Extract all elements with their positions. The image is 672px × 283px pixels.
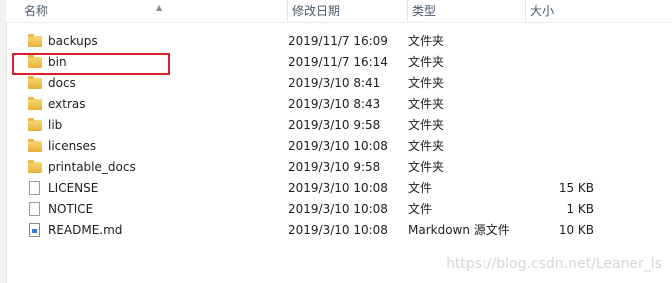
file-name: lib [48,118,63,132]
file-name: extras [48,97,86,111]
file-row[interactable]: backups 2019/11/7 16:09 文件夹 [26,31,606,52]
column-header-size[interactable]: 大小 [526,0,606,22]
file-size: 1 KB [566,202,594,216]
file-date: 2019/3/10 10:08 [288,139,388,153]
file-size [516,73,594,94]
file-row[interactable]: extras 2019/3/10 8:43 文件夹 [26,94,606,115]
file-size: 15 KB [558,181,594,195]
column-header: 名称 ▲ 修改日期 类型 大小 [6,0,672,23]
folder-icon [26,115,44,136]
column-header-name[interactable]: 名称 [20,0,288,22]
file-type: 文件夹 [408,118,445,132]
file-name: README.md [48,223,123,237]
file-name: backups [48,34,98,48]
column-header-type[interactable]: 类型 [408,0,526,22]
file-row[interactable]: README.md 2019/3/10 10:08 Markdown 源文件 1… [26,220,606,241]
file-size [516,136,594,157]
file-date: 2019/11/7 16:09 [288,34,388,48]
file-date: 2019/3/10 9:58 [288,160,381,174]
folder-icon [26,31,44,52]
watermark: https://blog.csdn.net/Leaner_ls [446,256,662,272]
file-date: 2019/3/10 8:43 [288,97,381,111]
file-date: 2019/3/10 10:08 [288,181,388,195]
file-name: LICENSE [48,181,99,195]
file-name: licenses [48,139,97,153]
file-icon [26,199,44,220]
sort-arrow-icon: ▲ [156,3,163,12]
file-type: 文件夹 [408,76,445,90]
file-type: 文件夹 [408,55,445,69]
file-name: printable_docs [48,160,136,174]
file-row[interactable]: lib 2019/3/10 9:58 文件夹 [26,115,606,136]
file-size [516,31,594,52]
file-date: 2019/3/10 8:41 [288,76,381,90]
column-header-type-label: 类型 [412,4,437,18]
file-type: 文件 [408,181,433,195]
file-type: 文件 [408,202,433,216]
file-type: 文件夹 [408,160,445,174]
file-type: 文件夹 [408,97,445,111]
file-date: 2019/11/7 16:14 [288,55,388,69]
column-header-size-label: 大小 [530,4,555,18]
navigation-pane-edge [0,0,7,283]
folder-icon [26,73,44,94]
file-date: 2019/3/10 9:58 [288,118,381,132]
file-icon [26,178,44,199]
column-header-date[interactable]: 修改日期 [288,0,408,22]
column-header-date-label: 修改日期 [292,4,341,18]
highlight-annotation [12,53,170,75]
file-row[interactable]: LICENSE 2019/3/10 10:08 文件 15 KB [26,178,606,199]
file-date: 2019/3/10 10:08 [288,223,388,237]
file-row[interactable]: printable_docs 2019/3/10 9:58 文件夹 [26,157,606,178]
file-size [516,94,594,115]
folder-icon [26,157,44,178]
file-row[interactable]: docs 2019/3/10 8:41 文件夹 [26,73,606,94]
file-date: 2019/3/10 10:08 [288,202,388,216]
markdown-file-icon [26,220,44,241]
folder-icon [26,94,44,115]
file-type: 文件夹 [408,139,445,153]
file-type: 文件夹 [408,34,445,48]
file-name: NOTICE [48,202,94,216]
file-row[interactable]: licenses 2019/3/10 10:08 文件夹 [26,136,606,157]
column-header-name-label: 名称 [24,4,49,18]
file-size: 10 KB [558,223,594,237]
file-size [516,115,594,136]
file-name: docs [48,76,76,90]
file-row[interactable]: NOTICE 2019/3/10 10:08 文件 1 KB [26,199,606,220]
file-size [516,52,594,73]
file-type: Markdown 源文件 [408,223,510,237]
folder-icon [26,136,44,157]
file-size [516,157,594,178]
